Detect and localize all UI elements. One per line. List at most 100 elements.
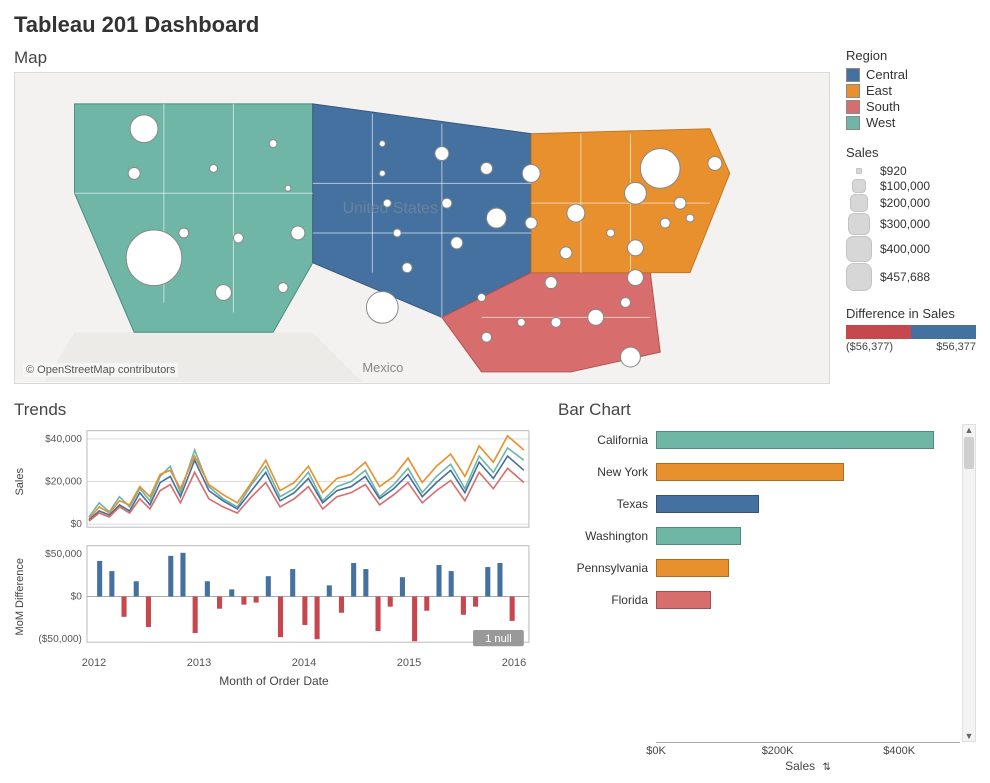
bar-row[interactable]: Pennsylvania [558, 552, 960, 584]
bubble-newyork[interactable] [640, 149, 680, 189]
scroll-thumb[interactable] [964, 437, 974, 469]
bubble-idaho[interactable] [210, 164, 218, 172]
sales-ylabel: Sales [14, 468, 26, 496]
bar-track [656, 431, 960, 449]
barchart-scrollbar[interactable]: ▲ ▼ [962, 424, 976, 742]
bubble-md[interactable] [660, 218, 670, 228]
bubble-louisiana[interactable] [482, 332, 492, 342]
bubble-georgia[interactable] [588, 309, 604, 325]
map-heading: Map [14, 48, 828, 68]
barchart-heading: Bar Chart [558, 400, 976, 420]
legend-size-label: $457,688 [880, 270, 930, 284]
bubble-ncarolina[interactable] [627, 270, 643, 286]
map-attribution: © OpenStreetMap contributors [23, 363, 178, 377]
bar-track [656, 495, 960, 513]
bubble-washington[interactable] [130, 115, 158, 143]
bar-row[interactable]: Texas [558, 488, 960, 520]
bar-track [656, 463, 960, 481]
bar-row[interactable]: New York [558, 456, 960, 488]
bubble-arkansas[interactable] [478, 294, 486, 302]
bubble-ndakota[interactable] [379, 141, 385, 147]
bubble-newmexico[interactable] [278, 283, 288, 293]
legend-region-central[interactable]: Central [846, 67, 976, 82]
bubble-wvirginia[interactable] [607, 229, 615, 237]
legend-size-label: $300,000 [880, 217, 930, 231]
bubble-illinois[interactable] [487, 208, 507, 228]
bubble-arizona[interactable] [216, 285, 232, 301]
legend-size-label: $100,000 [880, 179, 930, 193]
sort-descending-icon[interactable]: ⇅ [822, 762, 830, 773]
legend-size-row: $400,000 [846, 236, 976, 262]
barchart-axis-title-text: Sales [785, 759, 815, 773]
legend-region-west[interactable]: West [846, 115, 976, 130]
top-row: Map Mexico [14, 48, 976, 384]
barchart-x-axis: $0K $200K $400K [656, 742, 960, 759]
trends-diff-chart[interactable]: ($50,000) $0 $50,000 [26, 539, 534, 654]
bubble-minnesota[interactable] [435, 147, 449, 161]
bubble-scarolina[interactable] [621, 297, 631, 307]
bubble-sdakota[interactable] [379, 170, 385, 176]
bubble-kentucky[interactable] [560, 247, 572, 259]
legend-region-label: South [866, 99, 900, 114]
bubble-missouri[interactable] [451, 237, 463, 249]
bubble-nevada[interactable] [179, 228, 189, 238]
diff-gradient [846, 325, 976, 339]
bar-row-label: California [558, 433, 656, 447]
bubble-utah[interactable] [233, 233, 243, 243]
bubble-wisconsin[interactable] [481, 162, 493, 174]
bar-axis-tick-2: $400K [883, 745, 915, 757]
bubble-alabama[interactable] [551, 317, 561, 327]
svg-text:($50,000): ($50,000) [38, 634, 81, 645]
trends-sales-chart[interactable]: $0 $20,000 $40,000 [26, 424, 534, 539]
diff-ylabel: MoM Difference [14, 558, 26, 635]
bubble-nj[interactable] [674, 197, 686, 209]
bubble-virginia[interactable] [627, 240, 643, 256]
bubble-michigan[interactable] [522, 164, 540, 182]
bubble-indiana[interactable] [525, 217, 537, 229]
bubble-mississippi[interactable] [517, 318, 525, 326]
bubble-colorado[interactable] [291, 226, 305, 240]
bubble-tennessee[interactable] [545, 277, 557, 289]
legend-size-row: $100,000 [846, 179, 976, 193]
svg-text:$50,000: $50,000 [45, 549, 82, 560]
legend-size-row: $457,688 [846, 263, 976, 291]
bubble-california[interactable] [126, 230, 182, 286]
diff-high: $56,377 [936, 341, 976, 353]
bar-track [656, 559, 960, 577]
bubble-florida[interactable] [621, 347, 641, 367]
bubble-delaware[interactable] [686, 214, 694, 222]
legend-region-east[interactable]: East [846, 83, 976, 98]
bar-axis-tick-1: $200K [762, 745, 794, 757]
us-map: Mexico [15, 73, 829, 383]
legend-region-label: West [866, 115, 895, 130]
bubble-texas[interactable] [366, 292, 398, 324]
scroll-down-icon[interactable]: ▼ [963, 731, 975, 741]
bar-row-label: New York [558, 465, 656, 479]
bubble-nebraska[interactable] [383, 199, 391, 207]
bar-row[interactable]: Washington [558, 520, 960, 552]
svg-text:$40,000: $40,000 [45, 434, 82, 445]
bar-track [656, 527, 960, 545]
bubble-wyoming[interactable] [285, 185, 291, 191]
bar-fill [656, 591, 711, 609]
bubble-kansas[interactable] [393, 229, 401, 237]
bubble-mass[interactable] [708, 157, 722, 171]
bubble-montana[interactable] [269, 140, 277, 148]
null-indicator-group[interactable]: 1 null [473, 630, 524, 646]
svg-text:$0: $0 [71, 519, 83, 530]
svg-text:1 null: 1 null [485, 633, 512, 645]
bubble-oregon[interactable] [128, 167, 140, 179]
bubble-iowa[interactable] [442, 198, 452, 208]
bar-fill [656, 527, 741, 545]
scroll-up-icon[interactable]: ▲ [963, 425, 975, 435]
bubble-oklahoma[interactable] [402, 263, 412, 273]
bubble-penn[interactable] [625, 182, 647, 204]
legend-sales-title: Sales [846, 145, 976, 160]
bubble-ohio[interactable] [567, 204, 585, 222]
map-viewport[interactable]: Mexico [14, 72, 830, 384]
swatch-icon [846, 84, 860, 98]
bar-row[interactable]: California [558, 424, 960, 456]
legend-region-south[interactable]: South [846, 99, 976, 114]
size-glyph-icon [850, 194, 868, 212]
bar-row[interactable]: Florida [558, 584, 960, 616]
